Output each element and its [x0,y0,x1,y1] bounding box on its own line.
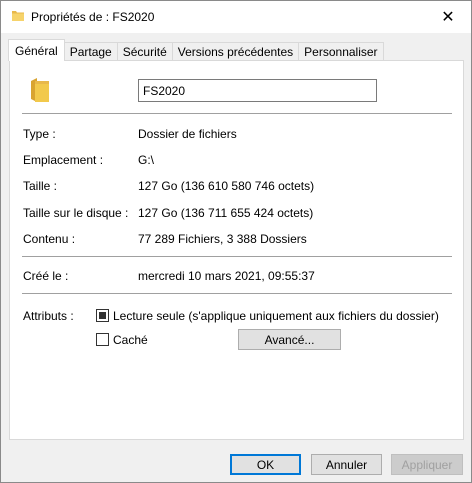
type-value: Dossier de fichiers [138,127,237,141]
type-label: Type : [23,127,56,141]
attributes-label: Attributs : [23,309,74,323]
disk-size-value: 127 Go (136 711 655 424 octets) [138,206,314,220]
location-label: Emplacement : [23,153,104,167]
general-panel: Type : Dossier de fichiers Emplacement :… [9,60,464,440]
hidden-checkbox[interactable] [96,333,109,346]
apply-button: Appliquer [391,454,463,475]
tab-general[interactable]: Général [8,39,65,61]
tab-strip: Général Partage Sécurité Versions précéd… [8,39,384,61]
contents-value: 77 289 Fichiers, 3 388 Dossiers [138,232,307,246]
size-label: Taille : [23,179,58,193]
separator [22,113,452,114]
tab-customize[interactable]: Personnaliser [298,42,384,61]
readonly-label[interactable]: Lecture seule (s'applique uniquement aux… [113,309,439,323]
window-title: Propriétés de : FS2020 [31,10,155,24]
title-bar[interactable]: Propriétés de : FS2020 ✕ [1,1,471,33]
tab-previous-versions[interactable]: Versions précédentes [171,42,300,61]
cancel-button[interactable]: Annuler [311,454,382,475]
hidden-label[interactable]: Caché [113,333,148,347]
separator [22,293,452,294]
close-button[interactable]: ✕ [425,1,471,32]
disk-size-label: Taille sur le disque : [23,206,129,220]
readonly-checkbox[interactable] [96,309,109,322]
tab-security[interactable]: Sécurité [116,42,173,61]
separator [22,256,452,257]
properties-window: Propriétés de : FS2020 ✕ Général Partage… [0,0,472,483]
ok-button[interactable]: OK [230,454,301,475]
location-value: G:\ [138,153,155,167]
created-value: mercredi 10 mars 2021, 09:55:37 [138,269,315,283]
created-label: Créé le : [23,269,69,283]
size-value: 127 Go (136 610 580 746 octets) [138,179,315,193]
folder-icon [31,78,49,102]
folder-name-input[interactable] [138,79,377,102]
advanced-button[interactable]: Avancé... [238,329,341,350]
tab-sharing[interactable]: Partage [63,42,118,61]
folder-icon [12,11,24,21]
contents-label: Contenu : [23,232,76,246]
close-icon: ✕ [441,8,455,26]
